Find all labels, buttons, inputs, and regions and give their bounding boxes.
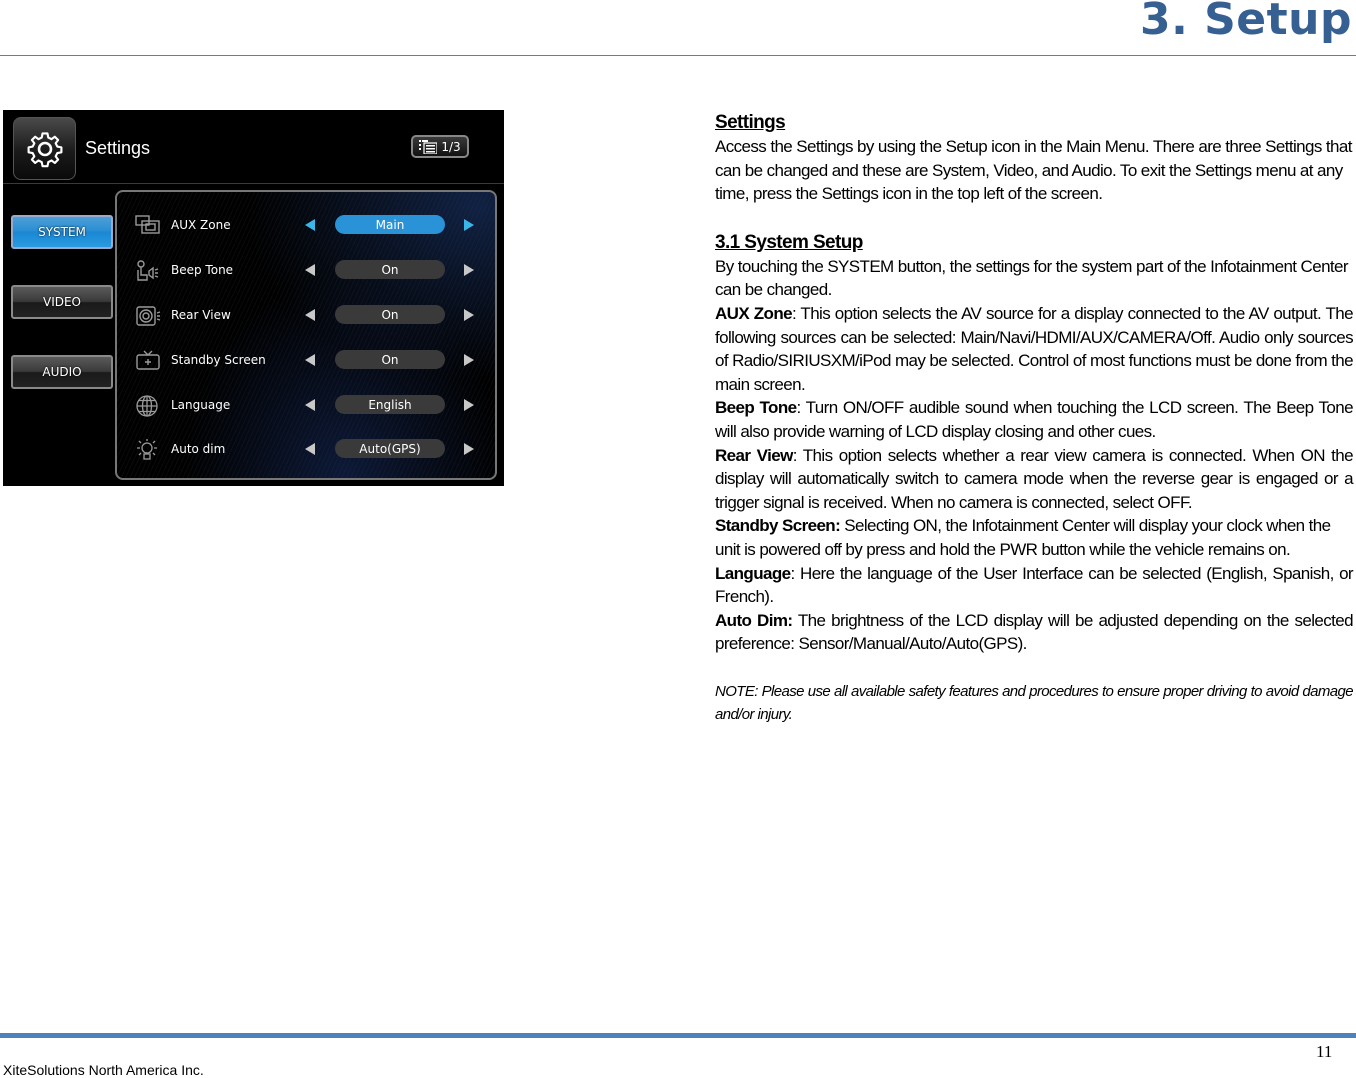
settings-intro: Access the Settings by using the Setup i… <box>715 137 1352 204</box>
setting-value[interactable]: Main <box>335 215 445 234</box>
next-arrow-icon[interactable] <box>464 399 474 411</box>
item-standby-screen: Standby Screen: Selecting ON, the Infota… <box>715 514 1353 561</box>
page-indicator-button[interactable]: 1/3 <box>411 135 469 158</box>
safety-note: NOTE: Please use all available safety fe… <box>715 682 1354 723</box>
settings-screenshot: Settings 1/3 SYSTEM VIDEO AUDIO AUX Zone… <box>3 110 504 486</box>
next-arrow-icon[interactable] <box>464 309 474 321</box>
next-arrow-icon[interactable] <box>464 443 474 455</box>
setting-label: Auto dim <box>171 442 226 456</box>
auto-dim-bulb-icon <box>137 439 157 460</box>
term: Standby Screen: <box>715 516 841 536</box>
term: Auto Dim: <box>715 610 793 630</box>
item-auto-dim: Auto Dim: The brightness of the LCD disp… <box>715 609 1354 656</box>
content-column: Settings Access the Settings by using th… <box>715 110 1354 726</box>
description: This option selects the AV source for a … <box>715 303 1354 394</box>
previous-arrow-icon[interactable] <box>305 399 315 411</box>
list-pages-icon <box>419 139 438 154</box>
tab-system-label: SYSTEM <box>38 225 86 239</box>
setting-label: Beep Tone <box>171 263 234 277</box>
item-aux-zone: AUX Zone: This option selects the AV sou… <box>715 303 1354 394</box>
setting-label: Rear View <box>171 308 231 322</box>
next-arrow-icon[interactable] <box>464 219 474 231</box>
description: Turn ON/OFF audible sound when touching … <box>715 398 1354 441</box>
setting-row-beep-tone[interactable]: Beep Tone On <box>117 255 495 287</box>
setting-value[interactable]: Auto(GPS) <box>335 439 445 458</box>
previous-arrow-icon[interactable] <box>305 264 315 276</box>
term: Beep Tone <box>715 398 797 418</box>
page-number: 11 <box>1316 1042 1333 1061</box>
previous-arrow-icon[interactable] <box>305 309 315 321</box>
previous-arrow-icon[interactable] <box>305 219 315 231</box>
item-rear-view: Rear View: This option selects whether a… <box>715 445 1354 512</box>
tab-video-label: VIDEO <box>42 295 81 309</box>
language-globe-icon <box>136 395 158 417</box>
tab-audio-label: AUDIO <box>42 365 82 379</box>
previous-arrow-icon[interactable] <box>305 443 315 455</box>
next-arrow-icon[interactable] <box>464 264 474 276</box>
aux-zone-icon <box>135 215 160 234</box>
description: Here the language of the User Interface … <box>715 563 1354 607</box>
screen-topbar: Settings 1/3 <box>3 110 504 184</box>
description: The brightness of the LCD display will b… <box>715 610 1354 654</box>
gear-icon <box>27 131 62 167</box>
settings-list-panel: AUX Zone Main Beep Tone On Rear View On <box>115 190 497 480</box>
setting-value[interactable]: On <box>335 350 445 369</box>
description: This option selects whether a rear view … <box>715 445 1354 512</box>
setting-row-language[interactable]: Language English <box>117 390 495 422</box>
setting-row-aux-zone[interactable]: AUX Zone Main <box>117 210 495 242</box>
term: Language <box>715 563 791 583</box>
term: AUX Zone <box>715 303 793 323</box>
rear-view-camera-icon <box>136 306 161 326</box>
system-setup-heading: 3.1 System Setup <box>715 231 863 253</box>
setting-value[interactable]: English <box>335 395 445 414</box>
system-setup-intro: By touching the SYSTEM button, the setti… <box>715 256 1349 300</box>
setting-row-rear-view[interactable]: Rear View On <box>117 300 495 332</box>
tab-video[interactable]: VIDEO <box>11 285 113 319</box>
item-beep-tone: Beep Tone: Turn ON/OFF audible sound whe… <box>715 398 1354 441</box>
setting-label: AUX Zone <box>171 218 231 232</box>
tab-system[interactable]: SYSTEM <box>11 215 113 249</box>
footer-divider <box>0 1033 1356 1038</box>
setting-value[interactable]: On <box>335 260 445 279</box>
setting-value[interactable]: On <box>335 305 445 324</box>
setting-label: Standby Screen <box>171 353 266 367</box>
standby-screen-tv-icon <box>136 350 160 370</box>
settings-heading: Settings <box>715 112 786 133</box>
item-language: Language: Here the language of the User … <box>715 563 1354 607</box>
setting-row-standby-screen[interactable]: Standby Screen On <box>117 345 495 377</box>
setting-row-auto-dim[interactable]: Auto dim Auto(GPS) <box>117 434 495 466</box>
setting-label: Language <box>171 398 231 412</box>
next-arrow-icon[interactable] <box>464 354 474 366</box>
settings-gear-button[interactable] <box>13 117 76 180</box>
chapter-title: 3. Setup <box>1139 0 1352 45</box>
beep-tone-icon <box>137 260 159 281</box>
header-divider <box>0 55 1356 56</box>
term: Rear View <box>715 445 793 465</box>
tab-audio[interactable]: AUDIO <box>11 355 113 389</box>
page-indicator-text: 1/3 <box>441 139 461 154</box>
screen-title: Settings <box>85 138 151 158</box>
previous-arrow-icon[interactable] <box>305 354 315 366</box>
